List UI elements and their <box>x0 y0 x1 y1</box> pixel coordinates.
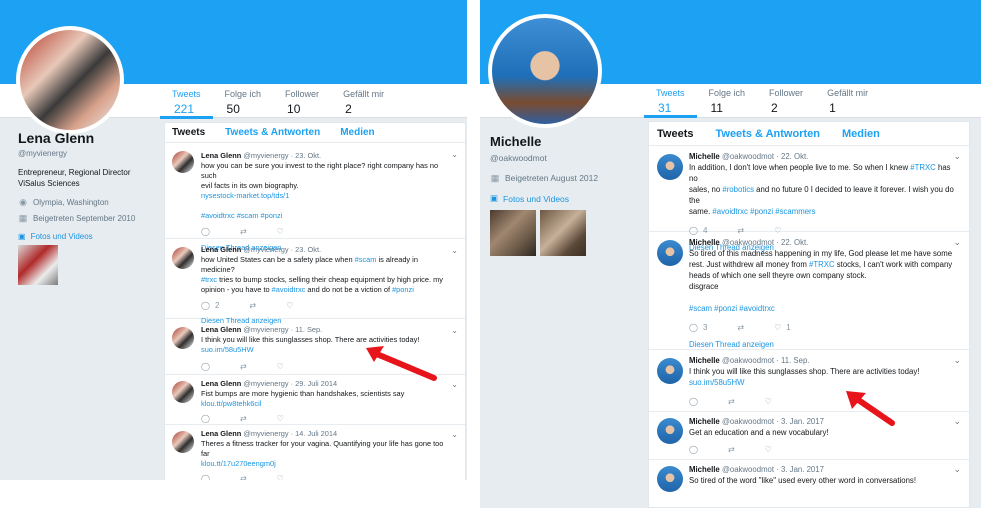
retweet-icon[interactable]: ⇄ <box>240 414 247 424</box>
reply-icon[interactable]: ◯ <box>201 362 210 372</box>
chevron-down-icon[interactable]: ⌄ <box>451 150 458 159</box>
profile-name[interactable]: Lena Glenn <box>18 130 158 146</box>
timeline-tabs: Tweets Tweets & Antworten Medien <box>165 123 465 143</box>
like-icon[interactable]: ♡ <box>765 444 772 455</box>
timeline: Tweets Tweets & Antworten Medien ⌄ Miche… <box>648 121 970 508</box>
tweet[interactable]: ⌄ Lena Glenn @myvienergy · 14. Juli 2014… <box>165 425 465 480</box>
profile-stats: Tweets 31 Folge ich 11 Follower 2 Gefäll… <box>644 88 880 118</box>
profile-handle[interactable]: @oakwoodmot <box>490 153 640 163</box>
profile-joined: ▦ Beigetreten August 2012 <box>490 173 599 183</box>
calendar-icon: ▦ <box>18 213 28 223</box>
like-icon[interactable]: ♡ 1 <box>774 322 791 333</box>
location-icon: ◉ <box>19 197 27 207</box>
tweet-hashtags[interactable]: #scam #ponzi #avoidtrxc <box>689 303 955 314</box>
tweet-avatar[interactable] <box>172 247 194 269</box>
reply-icon[interactable]: ◯ <box>689 396 698 407</box>
image-icon: ▣ <box>18 232 26 241</box>
tweet-avatar[interactable] <box>657 466 683 492</box>
profile-joined: ▦ Beigetreten September 2010 <box>18 213 136 223</box>
photos-videos-link[interactable]: ▣ Fotos und Videos <box>18 232 158 241</box>
profile-handle[interactable]: @myvienergy <box>18 149 158 158</box>
divider <box>0 480 467 508</box>
tweet[interactable]: ⌄ Lena Glenn @myvienergy · 23. Okt. how … <box>165 143 465 252</box>
profile-stats: Tweets 221 Folge ich 50 Follower 10 Gefä… <box>160 89 396 119</box>
tweet[interactable]: ⌄ Michelle @oakwoodmot · 3. Jan. 2017 So… <box>649 460 969 500</box>
tweet-avatar[interactable] <box>657 240 683 266</box>
chevron-down-icon[interactable]: ⌄ <box>451 380 458 389</box>
reply-icon[interactable]: ◯ 3 <box>689 322 707 333</box>
media-thumbnail[interactable] <box>490 210 536 256</box>
tweet-link[interactable]: klou.tt/pw8tehk6cil <box>201 399 451 409</box>
show-thread-link[interactable]: Diesen Thread anzeigen <box>689 339 955 350</box>
tweet-avatar[interactable] <box>657 418 683 444</box>
image-icon: ▣ <box>490 193 499 203</box>
annotation-arrow <box>846 391 895 426</box>
tweet-avatar[interactable] <box>172 327 194 349</box>
reply-icon[interactable]: ◯ <box>201 227 210 237</box>
tweet[interactable]: ⌄ Michelle @oakwoodmot · 3. Jan. 2017 Ge… <box>649 412 969 460</box>
tweet-link[interactable]: suo.im/58u5HW <box>689 377 955 388</box>
retweet-icon[interactable]: ⇄ <box>240 362 247 372</box>
tab-tweets[interactable]: Tweets <box>657 128 693 140</box>
profile-card: Lena Glenn @myvienergy Entrepreneur, Reg… <box>18 130 158 285</box>
tweet-link[interactable]: nysestock-market.top/tds/1 <box>201 191 451 201</box>
reply-icon[interactable]: ◯ 2 <box>201 301 219 311</box>
tweet-avatar[interactable] <box>172 151 194 173</box>
profile-name[interactable]: Michelle <box>490 134 640 149</box>
chevron-down-icon[interactable]: ⌄ <box>451 246 458 255</box>
reply-icon[interactable]: ◯ <box>689 444 698 455</box>
stat-following[interactable]: Folge ich 50 <box>213 89 274 119</box>
profile-avatar[interactable] <box>16 26 124 134</box>
like-icon[interactable]: ♡ <box>286 301 293 311</box>
profile-bio: Entrepreneur, Regional Director ViSalus … <box>18 168 131 188</box>
calendar-icon: ▦ <box>490 173 500 183</box>
tab-tweets-replies[interactable]: Tweets & Antworten <box>715 128 820 140</box>
profile-page-michelle: Tweets 31 Folge ich 11 Follower 2 Gefäll… <box>480 0 981 508</box>
tab-tweets[interactable]: Tweets <box>172 127 205 138</box>
stat-likes[interactable]: Gefällt mir 2 <box>331 89 396 119</box>
stat-likes[interactable]: Gefällt mir 1 <box>815 88 880 118</box>
profile-avatar[interactable] <box>488 14 602 128</box>
tweet-avatar[interactable] <box>172 381 194 403</box>
tweet-avatar[interactable] <box>657 358 683 384</box>
stat-followers[interactable]: Follower 10 <box>273 89 331 119</box>
like-icon[interactable]: ♡ <box>765 396 772 407</box>
stat-tweets[interactable]: Tweets 221 <box>160 89 213 119</box>
divider <box>467 0 480 508</box>
tweet-hashtags[interactable]: #avoidtrxc #scam #ponzi <box>201 211 451 221</box>
retweet-icon[interactable]: ⇄ <box>728 444 735 455</box>
like-icon[interactable]: ♡ <box>277 227 284 237</box>
media-thumbnail[interactable] <box>540 210 586 256</box>
profile-location: ◉ Olympia, Washington <box>19 197 109 207</box>
retweet-icon[interactable]: ⇄ <box>249 301 256 311</box>
media-thumbnail[interactable] <box>18 245 58 285</box>
retweet-icon[interactable]: ⇄ <box>240 227 247 237</box>
tweet[interactable]: ⌄ Lena Glenn @myvienergy · 23. Okt. how … <box>165 239 465 325</box>
like-icon[interactable]: ♡ <box>277 414 284 424</box>
stat-tweets[interactable]: Tweets 31 <box>644 88 697 118</box>
stat-following[interactable]: Folge ich 11 <box>697 88 758 118</box>
tweet-avatar[interactable] <box>172 431 194 453</box>
retweet-icon[interactable]: ⇄ <box>728 396 735 407</box>
profile-card: Michelle @oakwoodmot ▦ Beigetreten Augus… <box>490 134 640 256</box>
annotation-arrow <box>366 346 437 381</box>
profile-page-lena: Tweets 221 Folge ich 50 Follower 10 Gefä… <box>0 0 467 480</box>
stat-followers[interactable]: Follower 2 <box>757 88 815 118</box>
timeline: Tweets Tweets & Antworten Medien ⌄ Lena … <box>164 122 466 480</box>
tweet[interactable]: ⌄ Michelle @oakwoodmot · 22. Okt. So tir… <box>649 232 969 350</box>
reply-icon[interactable]: ◯ <box>201 414 210 424</box>
retweet-icon[interactable]: ⇄ <box>737 322 744 333</box>
tweet-avatar[interactable] <box>657 154 683 180</box>
tweet[interactable]: ⌄ Michelle @oakwoodmot · 11. Sep. I thin… <box>649 350 969 412</box>
photos-videos-link[interactable]: ▣ Fotos und Videos <box>490 193 640 204</box>
tweet-link[interactable]: klou.tt/17u270eengm0j <box>201 459 451 469</box>
tab-tweets-replies[interactable]: Tweets & Antworten <box>225 127 320 138</box>
chevron-down-icon[interactable]: ⌄ <box>451 326 458 335</box>
tab-media[interactable]: Medien <box>842 128 880 140</box>
chevron-down-icon[interactable]: ⌄ <box>451 430 458 439</box>
timeline-tabs: Tweets Tweets & Antworten Medien <box>649 122 969 146</box>
tweet[interactable]: ⌄ Michelle @oakwoodmot · 22. Okt. In add… <box>649 146 969 252</box>
tab-media[interactable]: Medien <box>340 127 374 138</box>
like-icon[interactable]: ♡ <box>277 362 284 372</box>
